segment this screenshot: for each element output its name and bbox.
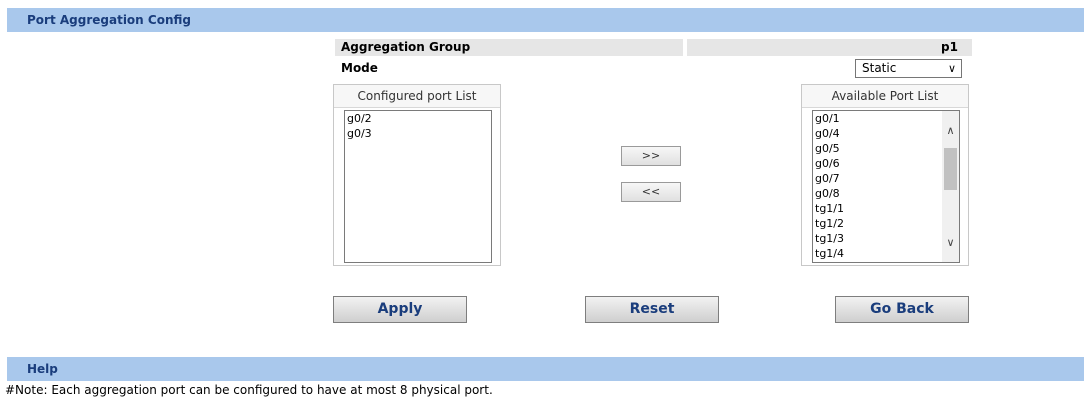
available-port-panel: Available Port List g0/1 g0/4 g0/5 g0/6 … <box>801 84 969 266</box>
mode-selected-value: Static <box>862 61 897 75</box>
apply-button[interactable]: Apply <box>333 296 467 323</box>
list-item[interactable]: g0/8 <box>813 186 959 201</box>
list-item[interactable]: g0/1 <box>813 111 959 126</box>
help-title: Help <box>27 362 58 376</box>
configured-port-list-title: Configured port List <box>334 85 500 108</box>
aggregation-group-label: Aggregation Group <box>335 39 683 56</box>
chevron-up-icon[interactable]: ∧ <box>942 122 959 139</box>
scrollbar-thumb[interactable] <box>944 148 957 190</box>
mode-select[interactable]: Static ∨ <box>855 59 962 78</box>
list-item[interactable]: tg1/2 <box>813 216 959 231</box>
list-item[interactable]: g0/3 <box>345 126 491 141</box>
remove-port-button[interactable]: << <box>621 182 681 202</box>
reset-button[interactable]: Reset <box>585 296 719 323</box>
section-title: Port Aggregation Config <box>27 13 191 27</box>
available-port-list-title: Available Port List <box>802 85 968 108</box>
mode-label: Mode <box>341 61 378 75</box>
list-item[interactable]: g0/6 <box>813 156 959 171</box>
list-item[interactable]: g0/4 <box>813 126 959 141</box>
list-item[interactable]: g0/2 <box>345 111 491 126</box>
chevron-down-icon[interactable]: ∨ <box>942 234 959 251</box>
add-port-button[interactable]: >> <box>621 146 681 166</box>
aggregation-group-value: p1 <box>687 39 972 56</box>
configured-port-listbox[interactable]: g0/2 g0/3 <box>344 110 492 263</box>
help-note: #Note: Each aggregation port can be conf… <box>5 383 493 397</box>
configured-port-panel: Configured port List g0/2 g0/3 <box>333 84 501 266</box>
list-item[interactable]: tg1/1 <box>813 201 959 216</box>
list-scrollbar[interactable]: ∧ ∨ <box>942 111 959 262</box>
list-item[interactable]: g0/5 <box>813 141 959 156</box>
list-item[interactable]: tg1/3 <box>813 231 959 246</box>
available-port-listbox[interactable]: g0/1 g0/4 g0/5 g0/6 g0/7 g0/8 tg1/1 tg1/… <box>812 110 960 263</box>
go-back-button[interactable]: Go Back <box>835 296 969 323</box>
chevron-down-icon: ∨ <box>947 62 956 75</box>
list-item[interactable]: tg1/4 <box>813 246 959 261</box>
list-item[interactable]: g0/7 <box>813 171 959 186</box>
section-header: Port Aggregation Config <box>7 8 1084 32</box>
help-header: Help <box>7 357 1084 381</box>
